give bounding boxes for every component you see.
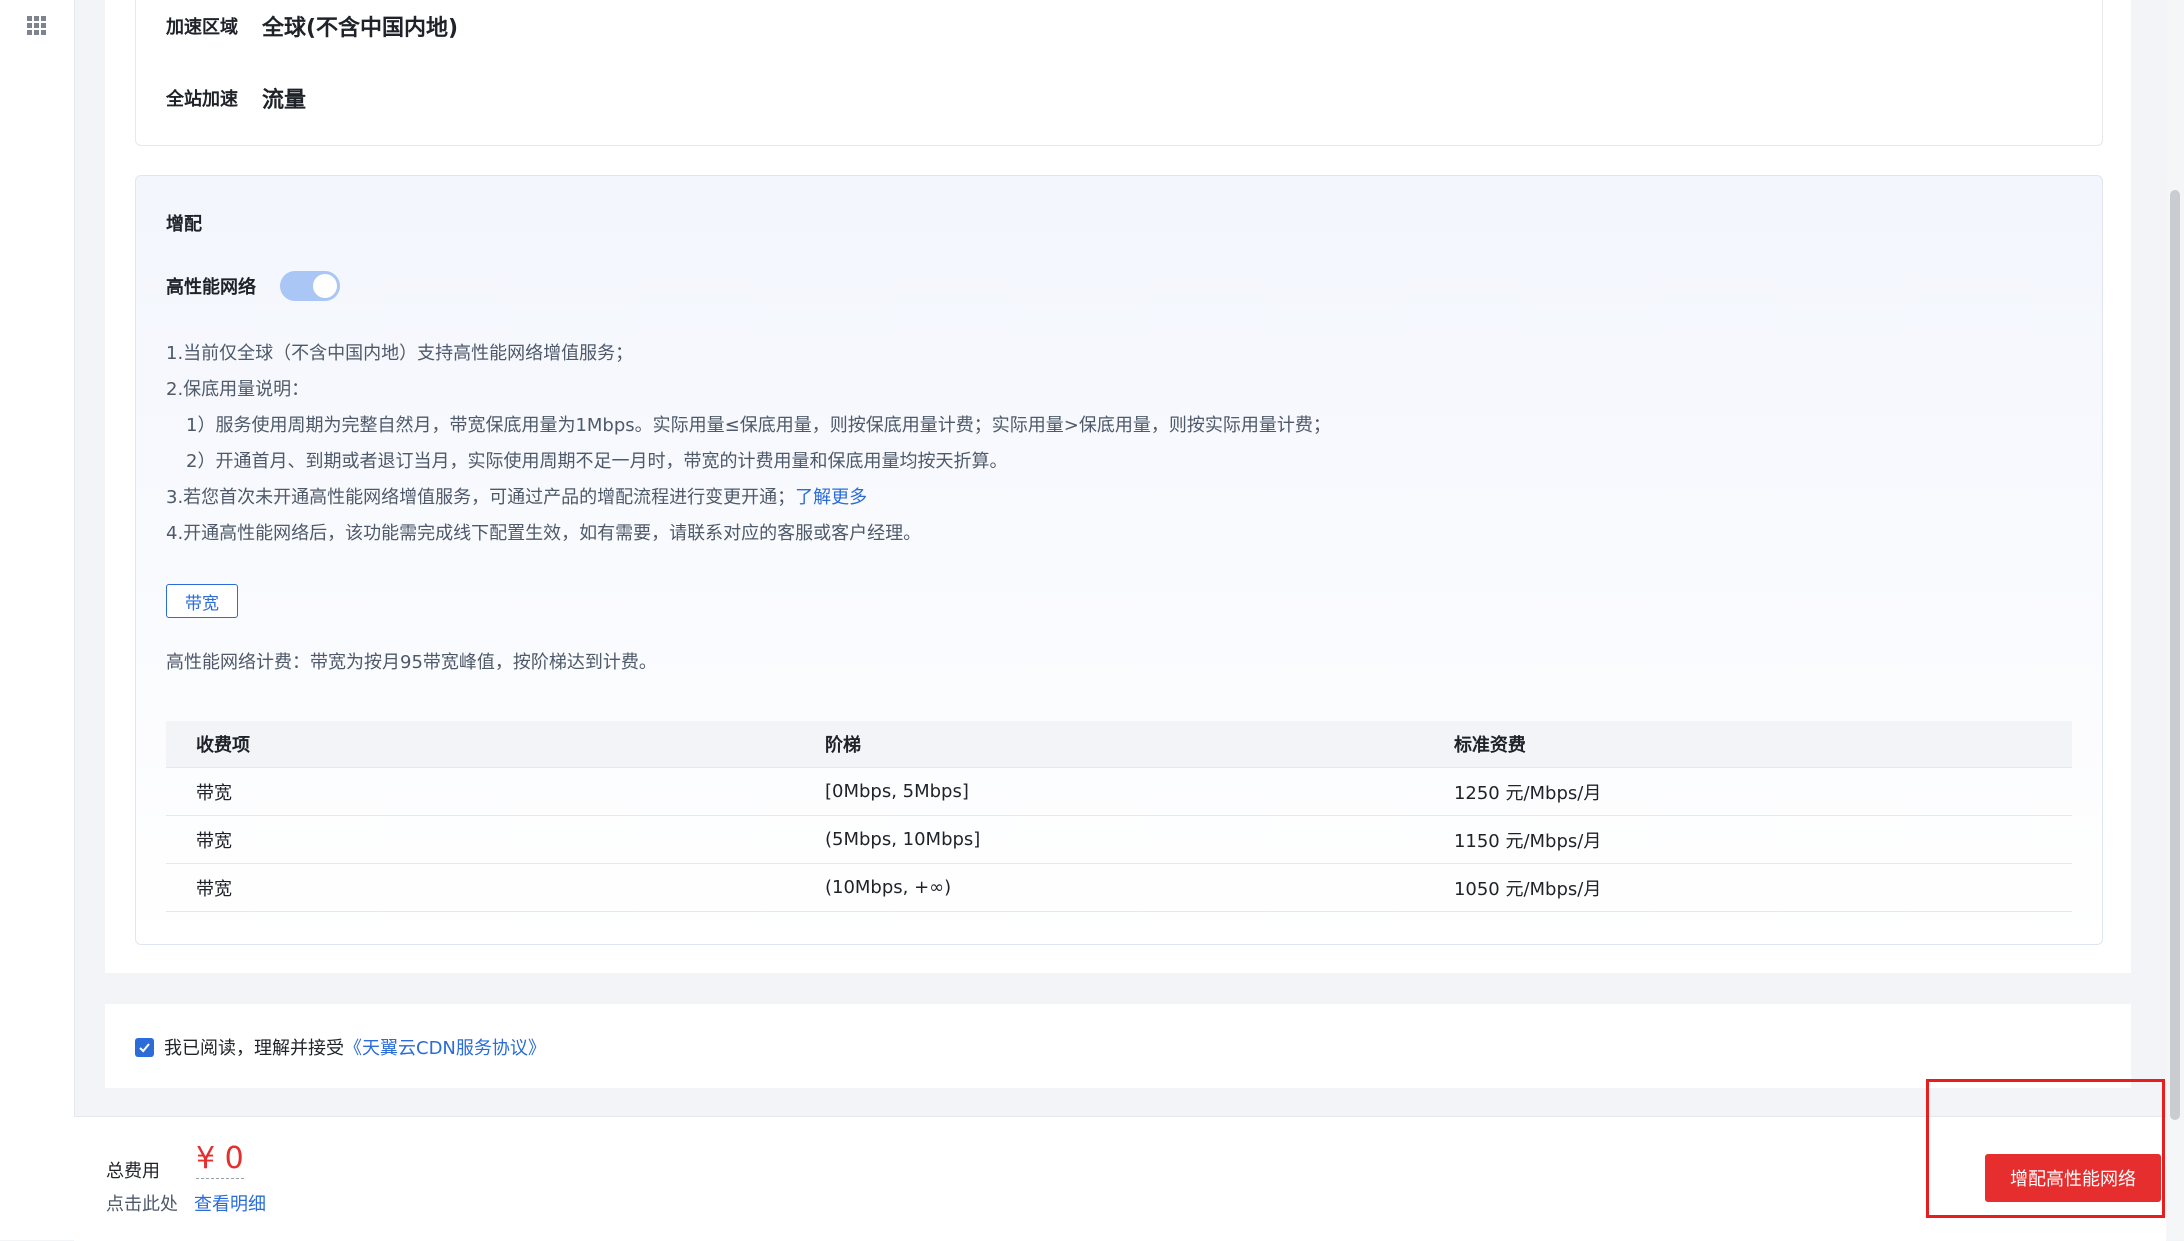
total-cost-label: 总费用 — [106, 1161, 160, 1182]
table-cell: (10Mbps, +∞) — [794, 863, 1424, 912]
high-performance-network-toggle[interactable] — [280, 271, 340, 301]
footer-bar: 总费用 ¥ 0 点击此处 查看明细 — [74, 1116, 2166, 1241]
basic-info-box: 加速区域 全球(不含中国内地) 全站加速 流量 — [135, 0, 2103, 146]
region-label: 加速区域 — [166, 17, 238, 38]
toggle-knob — [313, 274, 337, 298]
column-header: 阶梯 — [794, 721, 1424, 768]
service-agreement-link[interactable]: 《天翼云CDN服务协议》 — [344, 1034, 546, 1060]
table-row: 带宽 (5Mbps, 10Mbps] 1150 元/Mbps/月 — [166, 815, 2072, 864]
table-row: 带宽 (10Mbps, +∞) 1050 元/Mbps/月 — [166, 863, 2072, 912]
learn-more-link[interactable]: 了解更多 — [795, 487, 867, 508]
agreement-card: 我已阅读，理解并接受 《天翼云CDN服务协议》 — [105, 1004, 2131, 1088]
table-header-row: 收费项 阶梯 标准资费 — [166, 721, 2072, 768]
sidebar — [0, 0, 75, 1240]
addon-section: 增配 高性能网络 1.当前仅全球（不含中国内地）支持高性能网络增值服务； 2.保… — [135, 175, 2103, 945]
agreement-row: 我已阅读，理解并接受 《天翼云CDN服务协议》 — [135, 1034, 546, 1060]
table-cell: 1050 元/Mbps/月 — [1423, 863, 2072, 912]
toggle-label: 高性能网络 — [166, 277, 256, 298]
site-acceleration-value: 流量 — [262, 88, 307, 113]
bandwidth-tag[interactable]: 带宽 — [166, 584, 238, 618]
column-header: 标准资费 — [1423, 721, 2072, 768]
scrollbar-thumb[interactable] — [2170, 190, 2180, 1120]
note-3-line: 3.若您首次未开通高性能网络增值服务，可通过产品的增配流程进行变更开通；了解更多 — [166, 480, 1331, 516]
total-price: ¥ 0 — [196, 1141, 244, 1179]
table-cell: 带宽 — [166, 815, 795, 864]
agreement-text: 我已阅读，理解并接受 — [164, 1038, 344, 1059]
table-cell: [0Mbps, 5Mbps] — [794, 767, 1424, 816]
grid-apps-icon[interactable] — [27, 16, 47, 36]
note-1: 1.当前仅全球（不含中国内地）支持高性能网络增值服务； — [166, 343, 634, 364]
note-3: 3.若您首次未开通高性能网络增值服务，可通过产品的增配流程进行变更开通； — [166, 487, 796, 508]
note-2a: 1）服务使用周期为完整自然月，带宽保底用量为1Mbps。实际用量≤保底用量，则按… — [186, 415, 1331, 436]
agreement-checkbox[interactable] — [135, 1037, 154, 1057]
site-acceleration-label: 全站加速 — [166, 89, 238, 110]
table-cell: 1250 元/Mbps/月 — [1423, 767, 2072, 816]
addon-title: 增配 — [166, 214, 202, 235]
upgrade-high-performance-network-button[interactable]: 增配高性能网络 — [1985, 1154, 2161, 1202]
order-config-card: 加速区域 全球(不含中国内地) 全站加速 流量 增配 高性能网络 1.当前仅全球… — [105, 0, 2131, 973]
pricing-note: 高性能网络计费：带宽为按月95带宽峰值，按阶梯达到计费。 — [166, 652, 657, 673]
note-2: 2.保底用量说明： — [166, 379, 310, 400]
vertical-scrollbar[interactable] — [2166, 0, 2184, 1240]
table-cell: 带宽 — [166, 863, 795, 912]
table-row: 带宽 [0Mbps, 5Mbps] 1250 元/Mbps/月 — [166, 767, 2072, 816]
note-2b: 2）开通首月、到期或者退订当月，实际使用周期不足一月时，带宽的计费用量和保底用量… — [186, 451, 1008, 472]
region-row: 加速区域 全球(不含中国内地) — [166, 10, 458, 42]
view-details-link[interactable]: 查看明细 — [194, 1190, 266, 1216]
region-value: 全球(不含中国内地) — [262, 16, 459, 41]
table-cell: 1150 元/Mbps/月 — [1423, 815, 2072, 864]
high-performance-network-row: 高性能网络 — [166, 271, 340, 301]
note-4: 4.开通高性能网络后，该功能需完成线下配置生效，如有需要，请联系对应的客服或客户… — [166, 523, 922, 544]
service-notes: 1.当前仅全球（不含中国内地）支持高性能网络增值服务； 2.保底用量说明： 1）… — [166, 336, 1331, 552]
table-cell: 带宽 — [166, 767, 795, 816]
pricing-table: 收费项 阶梯 标准资费 带宽 [0Mbps, 5Mbps] 1250 元/Mbp… — [166, 721, 2072, 912]
table-cell: (5Mbps, 10Mbps] — [794, 815, 1424, 864]
column-header: 收费项 — [166, 721, 795, 768]
site-acceleration-row: 全站加速 流量 — [166, 82, 306, 114]
checkmark-icon — [139, 1042, 150, 1052]
click-here-text: 点击此处 — [106, 1194, 178, 1215]
